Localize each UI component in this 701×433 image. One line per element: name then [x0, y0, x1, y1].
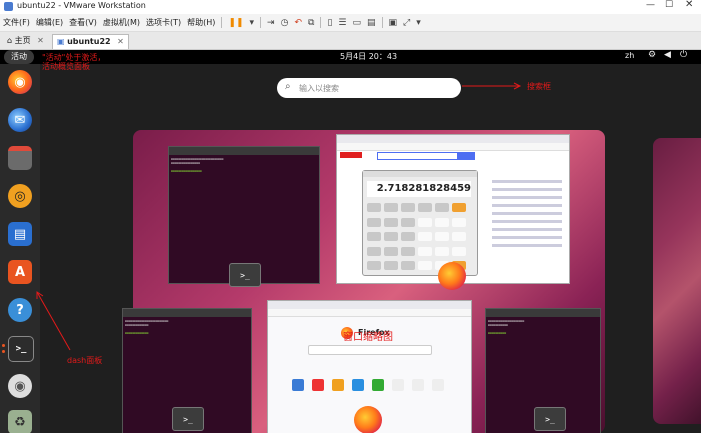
unity-icon[interactable]: ▤ — [367, 18, 376, 28]
minimize-icon[interactable]: — — [646, 0, 655, 10]
close-icon[interactable]: ✕ — [685, 0, 693, 10]
snapshot-manager-icon[interactable]: ⧉ — [308, 18, 314, 28]
tab-bar: ⌂ 主页 ✕ ▣ ubuntu22 ✕ — [0, 32, 701, 50]
menu-help[interactable]: 帮助(H) — [184, 17, 218, 28]
snapshot-icon[interactable]: ◷ — [281, 18, 289, 28]
toolbar-separator — [320, 17, 322, 28]
menu-vm[interactable]: 虚拟机(M) — [100, 17, 143, 28]
chevron-down-icon[interactable]: ▾ — [416, 18, 421, 28]
close-icon[interactable]: ✕ — [117, 37, 124, 46]
sidebar-toggle-icon[interactable]: ▯ — [327, 18, 332, 28]
revert-snapshot-icon[interactable]: ↶ — [294, 18, 302, 28]
home-icon: ⌂ — [7, 36, 13, 45]
thumbnail-bar-icon[interactable]: ☰ — [338, 18, 346, 28]
pause-icon[interactable]: ❚❚ — [228, 18, 243, 28]
window-titlebar: ubuntu22 - VMware Workstation — ☐ ✕ — [0, 0, 701, 14]
guest-screen[interactable]: 活动 5月4日 20：43 zh ⚙ ◀ ⏻ ◉ ✉ ◎ ▤ A ? >_ ◉ … — [0, 50, 701, 433]
menubar: 文件(F) 编辑(E) 查看(V) 虚拟机(M) 选项卡(T) 帮助(H) ❚❚… — [0, 14, 701, 32]
console-view-icon[interactable]: ▭ — [352, 18, 361, 28]
menu-tabs[interactable]: 选项卡(T) — [143, 17, 184, 28]
terminal-view-icon[interactable]: ▣ — [389, 18, 398, 28]
tab-label: 主页 — [14, 36, 31, 45]
fullscreen-icon[interactable]: ⤢ — [403, 18, 410, 28]
vm-icon: ▣ — [57, 37, 65, 46]
toolbar-separator — [381, 17, 383, 28]
menu-file[interactable]: 文件(F) — [0, 17, 33, 28]
send-keys-icon[interactable]: ⇥ — [267, 18, 275, 28]
toolbar-separator — [260, 17, 262, 28]
menu-edit[interactable]: 编辑(E) — [33, 17, 66, 28]
toolbar-separator — [221, 17, 223, 28]
close-icon[interactable]: ✕ — [37, 36, 44, 45]
window-title: ubuntu22 - VMware Workstation — [17, 1, 146, 10]
arrow-dash — [36, 291, 71, 351]
maximize-icon[interactable]: ☐ — [665, 0, 673, 10]
tab-label: ubuntu22 — [67, 37, 111, 46]
annotation-arrows — [36, 82, 522, 351]
vmware-logo-icon — [4, 2, 13, 11]
tab-home[interactable]: ⌂ 主页 ✕ — [3, 34, 48, 48]
chevron-down-icon[interactable]: ▾ — [250, 18, 255, 28]
tab-ubuntu22[interactable]: ▣ ubuntu22 ✕ — [52, 34, 129, 49]
menu-view[interactable]: 查看(V) — [66, 17, 100, 28]
